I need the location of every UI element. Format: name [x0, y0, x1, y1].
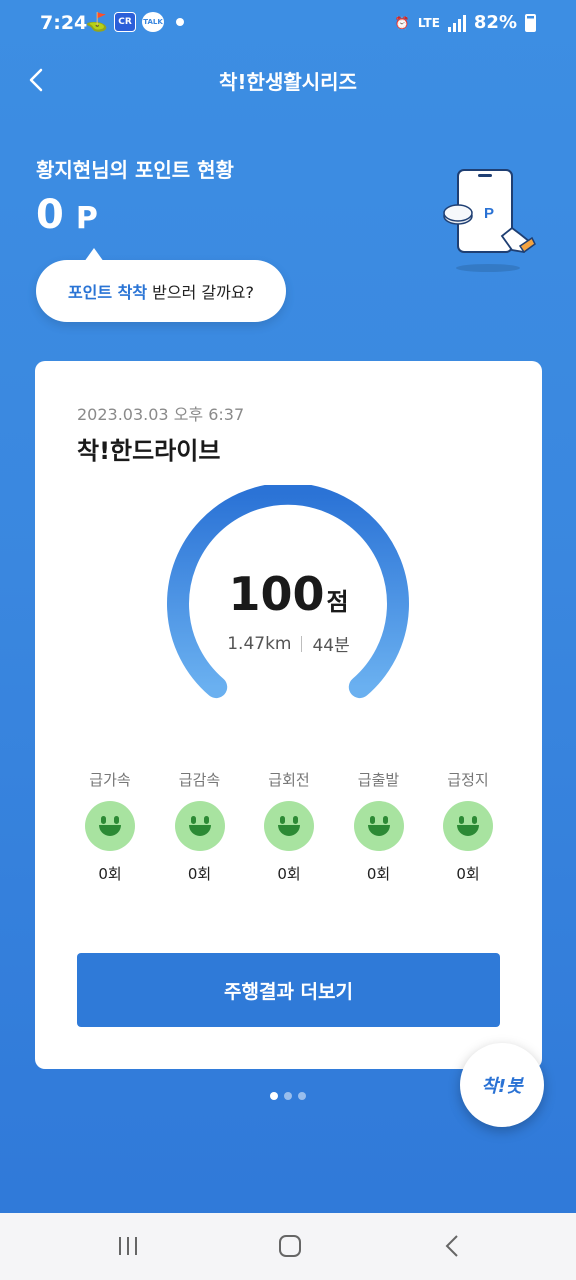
signal-icon: [447, 14, 466, 32]
recents-icon: [119, 1237, 137, 1255]
battery-icon: [525, 13, 536, 32]
driving-events: 급가속 0회 급감속 0회 급회전 0회 급출발 0회 급정지 0회: [75, 769, 503, 884]
event-label: 급정지: [447, 771, 489, 789]
smile-icon: [443, 801, 493, 851]
trip-duration: 44분: [312, 636, 350, 656]
battery-percent: 82%: [473, 12, 517, 33]
points-value: 0 P: [36, 192, 98, 238]
page-indicator: [270, 1092, 306, 1100]
page-dot[interactable]: [284, 1092, 292, 1100]
event-label: 급가속: [89, 771, 131, 789]
back-icon: [445, 1235, 458, 1257]
notification-icons: ⛳ CR TALK: [85, 11, 184, 33]
home-icon: [279, 1235, 301, 1257]
smile-icon: [174, 801, 225, 851]
golf-icon: ⛳: [85, 11, 109, 33]
event-label: 급회전: [268, 771, 310, 789]
stats-divider: [301, 635, 303, 652]
driving-score: 100 점: [35, 567, 542, 621]
points-number: 0: [36, 192, 64, 238]
smile-icon: [353, 801, 404, 851]
status-right: ⏰ LTE 82%: [395, 12, 536, 33]
phone-point-illustration: P: [443, 169, 536, 272]
view-more-results-button[interactable]: 주행결과 더보기: [77, 953, 500, 1027]
event-count: 0회: [277, 865, 301, 883]
speech-text: 받으러 갈까요?: [152, 283, 255, 302]
chatbot-fab[interactable]: 착!봇: [460, 1043, 544, 1127]
app-header: 착!한생활시리즈: [0, 52, 576, 108]
event-item: 급출발 0회: [344, 769, 414, 884]
smile-icon: [264, 801, 314, 851]
recents-button[interactable]: [108, 1229, 148, 1263]
event-item: 급정지 0회: [433, 769, 503, 884]
drive-date: 2023.03.03 오후 6:37: [77, 405, 245, 424]
event-item: 급감속 0회: [165, 769, 235, 884]
event-label: 급감속: [178, 771, 221, 789]
event-count: 0회: [366, 865, 391, 883]
event-item: 급회전 0회: [254, 769, 324, 884]
points-speech-bubble[interactable]: 포인트 착착 받으러 갈까요?: [36, 248, 286, 322]
page-title: 착!한생활시리즈: [219, 70, 357, 94]
network-label: LTE: [417, 15, 440, 30]
event-item: 급가속 0회: [75, 769, 145, 884]
trip-stats: 1.47km 44분: [35, 631, 542, 657]
back-nav-button[interactable]: [432, 1229, 472, 1263]
trip-distance: 1.47km: [227, 633, 292, 654]
event-count: 0회: [187, 865, 212, 883]
speech-highlight: 포인트 착착: [67, 283, 148, 302]
drive-result-card: 2023.03.03 오후 6:37 착!한드라이브 100 점 1.47km …: [35, 361, 542, 1069]
event-count: 0회: [98, 865, 122, 883]
kakaotalk-icon: TALK: [142, 12, 164, 32]
dot-icon: [176, 18, 184, 26]
home-button[interactable]: [270, 1229, 310, 1263]
status-time: 7:24: [40, 12, 88, 34]
event-label: 급출발: [357, 771, 400, 789]
card-title: 착!한드라이브: [77, 437, 221, 465]
points-owner-label: 황지현님의 포인트 현황: [36, 158, 234, 182]
status-bar: 7:24 ⛳ CR TALK ⏰ LTE 82%: [0, 0, 576, 48]
score-unit: 점: [326, 588, 349, 616]
svg-text:P: P: [484, 205, 494, 222]
shop-icon: CR: [114, 12, 136, 32]
alarm-icon: ⏰: [394, 15, 410, 30]
page-dot[interactable]: [270, 1092, 278, 1100]
points-unit: P: [75, 201, 98, 236]
system-nav-bar: [0, 1213, 576, 1280]
smile-icon: [85, 801, 135, 851]
event-count: 0회: [456, 865, 480, 883]
score-value: 100: [228, 567, 325, 621]
page-dot[interactable]: [298, 1092, 306, 1100]
